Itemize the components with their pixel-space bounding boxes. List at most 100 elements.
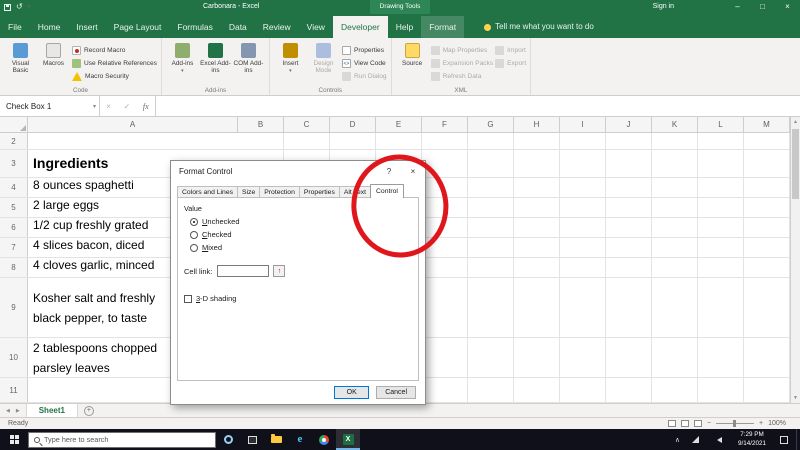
sheet-next-icon[interactable]: ▶ <box>16 408 20 414</box>
page-layout-view-icon[interactable] <box>680 420 689 427</box>
addins-button[interactable]: Add-ins ▾ <box>166 41 199 75</box>
search-input[interactable] <box>44 435 213 444</box>
col-header-G[interactable]: G <box>468 117 514 132</box>
normal-view-icon[interactable] <box>667 420 676 427</box>
col-header-K[interactable]: K <box>652 117 698 132</box>
zoom-slider-thumb[interactable] <box>733 420 736 427</box>
taskbar-search[interactable] <box>28 431 216 448</box>
insert-control-button[interactable]: Insert ▾ <box>274 41 307 75</box>
taskbar-clock[interactable]: 7:29 PM 9/14/2021 <box>732 431 772 447</box>
refresh-data-button[interactable]: Refresh Data <box>430 71 494 82</box>
save-icon[interactable] <box>4 3 11 11</box>
row-header-10[interactable]: 10 <box>0 338 28 377</box>
dialog-close-button[interactable]: × <box>401 161 425 181</box>
tab-file[interactable]: File <box>0 16 30 38</box>
row-header-2[interactable]: 2 <box>0 133 28 149</box>
scroll-down-icon[interactable]: ▼ <box>791 393 800 403</box>
row-header-8[interactable]: 8 <box>0 258 28 277</box>
hidden-icons-caret[interactable]: ∧ <box>671 436 684 444</box>
minimize-button[interactable]: – <box>725 0 750 14</box>
col-header-A[interactable]: A <box>28 117 238 132</box>
tab-page-layout[interactable]: Page Layout <box>106 16 170 38</box>
macro-security-button[interactable]: Macro Security <box>72 71 157 82</box>
radio-mixed-option[interactable]: Mixed <box>190 243 412 252</box>
visual-basic-button[interactable]: Visual Basic <box>4 41 37 75</box>
radio-mixed-icon[interactable] <box>190 243 198 252</box>
network-icon[interactable] <box>684 429 708 450</box>
page-break-view-icon[interactable] <box>693 420 702 427</box>
select-all-corner[interactable] <box>0 117 28 132</box>
maximize-button[interactable]: □ <box>750 0 775 14</box>
action-center-icon[interactable] <box>772 429 796 450</box>
cortana-icon[interactable] <box>216 429 240 450</box>
use-relative-references-button[interactable]: Use Relative References <box>72 58 157 69</box>
col-header-C[interactable]: C <box>284 117 330 132</box>
excel-taskbar-icon[interactable]: X <box>336 429 360 450</box>
tab-insert[interactable]: Insert <box>68 16 105 38</box>
3d-shading-option[interactable]: 3-D shading <box>184 294 412 303</box>
collapse-dialog-button[interactable]: ↑ <box>273 265 286 277</box>
col-header-E[interactable]: E <box>376 117 422 132</box>
radio-checked-option[interactable]: Checked <box>190 230 412 239</box>
scroll-up-icon[interactable]: ▲ <box>791 117 800 127</box>
name-box[interactable]: Check Box 1 ▾ <box>0 96 100 116</box>
row-header-9[interactable]: 9 <box>0 278 28 337</box>
row-header-7[interactable]: 7 <box>0 238 28 257</box>
enter-entry-icon[interactable]: ✓ <box>124 102 131 111</box>
col-header-J[interactable]: J <box>606 117 652 132</box>
cancel-button[interactable]: Cancel <box>376 386 416 399</box>
properties-button[interactable]: Properties <box>341 45 387 56</box>
dialog-help-button[interactable]: ? <box>377 161 401 181</box>
excel-addins-button[interactable]: Excel Add-ins <box>199 41 232 75</box>
com-addins-button[interactable]: COM Add-ins <box>232 41 265 75</box>
export-button[interactable]: Export <box>495 58 526 69</box>
tab-format[interactable]: Format <box>421 16 465 38</box>
record-macro-button[interactable]: Record Macro <box>72 45 157 56</box>
map-properties-button[interactable]: Map Properties <box>430 45 494 56</box>
scrollbar-thumb[interactable] <box>792 129 799 199</box>
cancel-entry-icon[interactable]: × <box>106 102 111 111</box>
expansion-packs-button[interactable]: Expansion Packs <box>430 58 493 69</box>
row-header-4[interactable]: 4 <box>0 178 28 197</box>
col-header-I[interactable]: I <box>560 117 606 132</box>
view-code-button[interactable]: <> View Code <box>341 58 387 69</box>
3d-shading-checkbox[interactable] <box>184 294 192 303</box>
cell-A2[interactable] <box>28 133 238 149</box>
col-header-B[interactable]: B <box>238 117 284 132</box>
zoom-level[interactable]: 100% <box>768 420 786 427</box>
tab-review[interactable]: Review <box>255 16 299 38</box>
run-dialog-button[interactable]: Run Dialog <box>341 71 387 82</box>
row-header-11[interactable]: 11 <box>0 378 28 402</box>
tell-me-box[interactable]: Tell me what you want to do <box>484 16 594 38</box>
col-header-H[interactable]: H <box>514 117 560 132</box>
col-header-D[interactable]: D <box>330 117 376 132</box>
macros-button[interactable]: Macros <box>37 41 70 67</box>
sheet-tab-sheet1[interactable]: Sheet1 <box>25 404 78 417</box>
design-mode-button[interactable]: Design Mode <box>307 41 340 75</box>
start-button[interactable] <box>0 429 28 450</box>
cell-link-input[interactable] <box>217 265 270 277</box>
radio-unchecked-option[interactable]: Unchecked <box>190 217 412 226</box>
radio-checked-icon[interactable] <box>190 230 198 239</box>
ok-button[interactable]: OK <box>334 386 370 399</box>
tab-view[interactable]: View <box>299 16 333 38</box>
col-header-M[interactable]: M <box>744 117 790 132</box>
tab-data[interactable]: Data <box>221 16 255 38</box>
row-header-6[interactable]: 6 <box>0 218 28 237</box>
row-header-3[interactable]: 3 <box>0 150 28 177</box>
chrome-browser-icon[interactable] <box>312 429 336 450</box>
row-header-5[interactable]: 5 <box>0 198 28 217</box>
tab-help[interactable]: Help <box>388 16 421 38</box>
sign-in-button[interactable]: Sign in <box>645 0 682 14</box>
close-button[interactable]: × <box>775 0 800 14</box>
dialog-tab-control[interactable]: Control <box>370 184 404 198</box>
import-button[interactable]: Import <box>495 45 526 56</box>
zoom-in-icon[interactable]: + <box>759 420 763 427</box>
radio-unchecked-icon[interactable] <box>190 217 198 226</box>
formula-input[interactable] <box>156 96 800 116</box>
file-explorer-icon[interactable] <box>264 429 288 450</box>
vertical-scrollbar[interactable]: ▲ ▼ <box>790 117 800 403</box>
tab-developer[interactable]: Developer <box>332 16 388 38</box>
zoom-out-icon[interactable]: − <box>707 420 711 427</box>
volume-icon[interactable] <box>708 429 732 450</box>
